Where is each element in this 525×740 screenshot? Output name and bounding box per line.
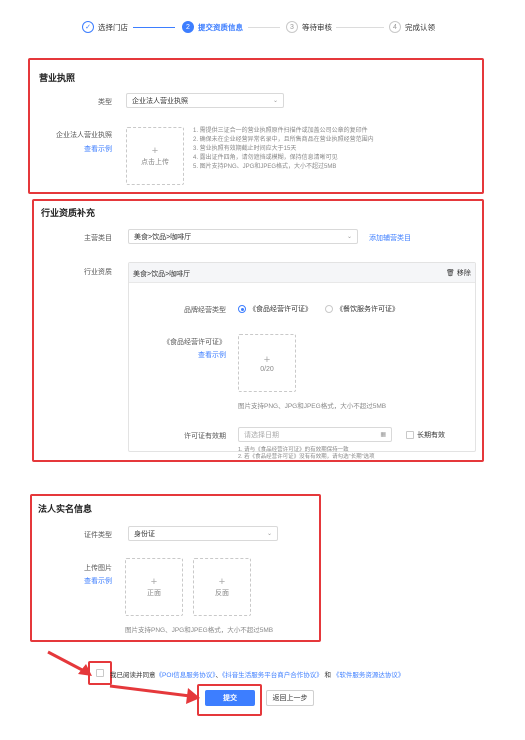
chevron-down-icon: ⌄ bbox=[266, 531, 272, 537]
step-label: 提交资质信息 bbox=[198, 22, 243, 32]
section-title: 行业资质补充 bbox=[41, 208, 96, 218]
panel-title: 美食>饮品>咖啡厅 bbox=[133, 271, 191, 278]
long-term-checkbox[interactable]: 长期有效 bbox=[406, 430, 445, 440]
main-category-select[interactable]: 美食>饮品>咖啡厅 ⌄ bbox=[128, 229, 358, 244]
step-waiting-review: 3 等待审核 bbox=[286, 20, 332, 34]
remove-button[interactable]: 🗑 移除 bbox=[446, 268, 471, 278]
permit-type-label: 品牌经营类型 bbox=[184, 307, 226, 314]
plus-icon: + bbox=[218, 576, 226, 588]
validity-label: 许可证有效期 bbox=[184, 433, 226, 440]
validity-notes: 1. 请与《食品经营许可证》的有效期保持一致 2. 若《食品经营许可证》没有有效… bbox=[238, 447, 375, 460]
step-connector bbox=[336, 27, 384, 28]
calendar-icon: ▦ bbox=[380, 432, 386, 438]
step-number: 2 bbox=[182, 21, 194, 33]
type-label: 类型 bbox=[98, 99, 112, 106]
permit-upload-tip: 图片支持PNG、JPG和JPEG格式，大小不超过5MB bbox=[238, 403, 387, 410]
permit-upload-box[interactable]: + 0/20 bbox=[238, 334, 296, 392]
id-type-select[interactable]: 身份证 ⌄ bbox=[128, 526, 278, 541]
step-check-icon: ✓ bbox=[82, 21, 94, 33]
poi-agreement-link[interactable]: 《POI信息服务协议》 bbox=[156, 672, 216, 679]
step-number: 3 bbox=[286, 21, 298, 33]
id-back-upload-box[interactable]: + 反面 bbox=[193, 558, 251, 616]
license-upload-box[interactable]: + 点击上传 bbox=[126, 127, 184, 185]
section-title: 营业执照 bbox=[39, 73, 76, 83]
plus-icon: + bbox=[150, 576, 158, 588]
add-category-link[interactable]: 添加辅营类目 bbox=[369, 233, 411, 243]
chevron-down-icon: ⌄ bbox=[272, 98, 278, 104]
back-button[interactable]: 返回上一步 bbox=[266, 690, 314, 706]
submit-button[interactable]: 提交 bbox=[205, 690, 255, 706]
id-upload-tip: 图片支持PNG、JPG和JPEG格式，大小不超过5MB bbox=[125, 627, 274, 634]
radio-selected-icon bbox=[238, 305, 246, 313]
main-category-label: 主营类目 bbox=[84, 235, 112, 242]
permit-option-catering[interactable]: 《餐饮服务许可证》 bbox=[325, 304, 399, 314]
software-agreement-link[interactable]: 《软件服务资源达协议》 bbox=[333, 672, 405, 679]
agreement-text: 我已阅读并同意《POI信息服务协议》、《抖音生活服务平台商户合作协议》 和 《软… bbox=[110, 672, 405, 679]
id-type-label: 证件类型 bbox=[84, 532, 112, 539]
view-example-link[interactable]: 查看示例 bbox=[60, 144, 112, 154]
checkbox-icon bbox=[406, 431, 414, 439]
step-submit-qualification: 2 提交资质信息 bbox=[182, 20, 243, 34]
permit-name-label: 《食品经营许可证》 bbox=[163, 339, 226, 346]
business-license-section bbox=[28, 58, 484, 194]
qualification-label: 行业资质 bbox=[84, 269, 112, 276]
view-example-link[interactable]: 查看示例 bbox=[174, 350, 226, 360]
step-complete: 4 完成认领 bbox=[389, 20, 435, 34]
radio-icon bbox=[325, 305, 333, 313]
view-example-link[interactable]: 查看示例 bbox=[60, 576, 112, 586]
red-arrow-icon bbox=[109, 684, 200, 704]
plus-icon: + bbox=[151, 145, 159, 157]
plus-icon: + bbox=[263, 353, 271, 366]
license-upload-label: 企业法人营业执照 bbox=[56, 132, 112, 139]
step-select-store: ✓ 选择门店 bbox=[82, 20, 128, 34]
step-connector bbox=[133, 27, 175, 28]
agreement-checkbox[interactable] bbox=[96, 669, 104, 677]
step-label: 完成认领 bbox=[405, 22, 435, 32]
merchant-agreement-link[interactable]: 《抖音生活服务平台商户合作协议》 bbox=[222, 672, 323, 679]
permit-option-food[interactable]: 《食品经营许可证》 bbox=[238, 304, 312, 314]
step-number: 4 bbox=[389, 21, 401, 33]
id-front-upload-box[interactable]: + 正面 bbox=[125, 558, 183, 616]
upload-image-label: 上传图片 bbox=[84, 565, 112, 572]
trash-icon: 🗑 bbox=[446, 270, 455, 277]
license-tips: 1. 需提供三证合一的营业执照原件扫描件或加盖公司公章的复印件 2. 确保未在企… bbox=[193, 128, 374, 170]
checkbox-icon bbox=[96, 669, 104, 677]
step-label: 选择门店 bbox=[98, 22, 128, 32]
section-title: 法人实名信息 bbox=[38, 504, 93, 514]
step-label: 等待审核 bbox=[302, 22, 332, 32]
validity-date-picker[interactable]: 请选择日期 ▦ bbox=[238, 427, 392, 442]
license-type-select[interactable]: 企业法人营业执照 ⌄ bbox=[126, 93, 284, 108]
step-connector bbox=[248, 27, 280, 28]
chevron-down-icon: ⌄ bbox=[346, 234, 352, 240]
